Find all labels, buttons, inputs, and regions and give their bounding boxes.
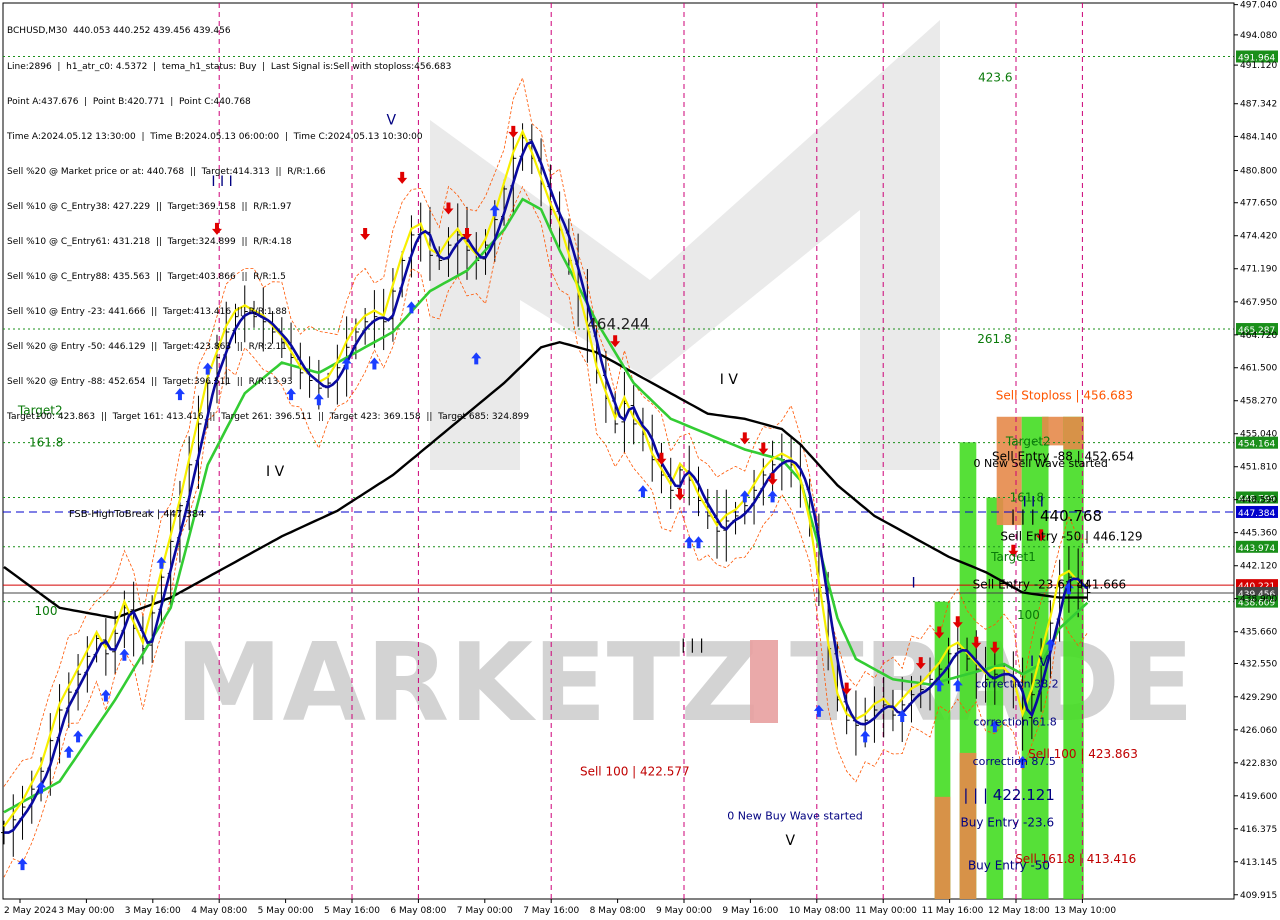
price-tick-label: 426.060 bbox=[1240, 726, 1277, 736]
time-tick-label: 12 May 18:00 bbox=[988, 906, 1050, 916]
info-line: Sell %10 @ C_Entry61: 431.218 || Target:… bbox=[7, 236, 292, 247]
chart-annotation: 0 New Buy Wave started bbox=[727, 809, 863, 822]
time-tick-label: 11 May 00:00 bbox=[855, 906, 917, 916]
time-tick-label: 7 May 00:00 bbox=[457, 906, 513, 916]
price-tick-label: 458.270 bbox=[1240, 397, 1277, 407]
time-tick-label: 6 May 08:00 bbox=[390, 906, 446, 916]
info-line: Time A:2024.05.12 13:30:00 | Time B:2024… bbox=[7, 131, 423, 142]
chart-annotation: I V bbox=[1030, 654, 1049, 670]
price-tick-label: 461.500 bbox=[1240, 364, 1277, 374]
time-tick-label: 4 May 08:00 bbox=[191, 906, 247, 916]
chart-annotation: V bbox=[786, 833, 796, 849]
time-tick-label: 9 May 16:00 bbox=[722, 906, 778, 916]
chart-annotation: correction 38.2 bbox=[975, 678, 1058, 691]
chart-annotation: | | | bbox=[681, 638, 704, 654]
price-tick-label: 467.950 bbox=[1240, 298, 1277, 308]
info-line: Sell %20 @ Entry -88: 452.654 || Target:… bbox=[7, 377, 293, 388]
level-price-label: 443.974 bbox=[1238, 544, 1275, 554]
chart-annotation: Target2 bbox=[1005, 434, 1051, 448]
time-tick-label: 2 May 2024 bbox=[4, 906, 57, 916]
chart-annotation: I I I bbox=[1023, 495, 1044, 511]
info-line: BCHUSD,M30 440.053 440.252 439.456 439.4… bbox=[7, 26, 231, 37]
price-tick-label: 484.140 bbox=[1240, 132, 1277, 142]
signal-zone bbox=[1063, 416, 1084, 899]
info-line: Sell %10 @ C_Entry38: 427.229 || Target:… bbox=[7, 201, 292, 212]
info-panel: BCHUSD,M30 440.053 440.252 439.456 439.4… bbox=[7, 3, 529, 448]
signal-zone bbox=[1063, 416, 1084, 450]
watermark-bar bbox=[750, 640, 778, 723]
chart-annotation: FSB-HighToBreak | 447.384 bbox=[69, 509, 205, 520]
price-tick-label: 429.290 bbox=[1240, 693, 1277, 703]
info-line: Sell %20 @ Entry -50: 446.129 || Target:… bbox=[7, 342, 287, 353]
info-line: Line:2896 | h1_atr_c0: 4.5372 | tema_h1_… bbox=[7, 61, 452, 72]
price-tick-label: 497.040 bbox=[1240, 1, 1277, 11]
time-tick-label: 3 May 16:00 bbox=[125, 906, 181, 916]
price-tick-label: 422.830 bbox=[1240, 759, 1277, 769]
chart-annotation: 100 bbox=[1017, 608, 1040, 622]
time-tick-label: 5 May 16:00 bbox=[324, 906, 380, 916]
chart-annotation: Target1 bbox=[990, 550, 1036, 564]
info-line: Sell %10 @ Entry -23: 441.666 || Target:… bbox=[7, 307, 287, 318]
info-line: Target100: 423.863 || Target 161: 413.41… bbox=[7, 412, 530, 423]
chart-annotation: Buy Entry -50 bbox=[968, 858, 1050, 872]
price-tick-label: 474.420 bbox=[1240, 232, 1277, 242]
price-tick-label: 409.915 bbox=[1240, 891, 1277, 901]
price-tick-label: 491.120 bbox=[1240, 61, 1277, 71]
price-tick-label: 413.145 bbox=[1240, 858, 1277, 868]
chart-annotation: I V bbox=[720, 372, 739, 388]
time-tick-label: 5 May 00:00 bbox=[258, 906, 314, 916]
price-tick-label: 445.360 bbox=[1240, 529, 1277, 539]
chart-annotation: Sell 100 | 422.577 bbox=[580, 764, 690, 778]
time-tick-label: 3 May 00:00 bbox=[58, 906, 114, 916]
price-tick-label: 494.080 bbox=[1240, 31, 1277, 41]
price-tick-label: 438.900 bbox=[1240, 595, 1277, 605]
price-tick-label: 471.190 bbox=[1240, 265, 1277, 275]
time-tick-label: 13 May 10:00 bbox=[1054, 906, 1116, 916]
signal-zone bbox=[934, 796, 951, 899]
price-tick-label: 432.550 bbox=[1240, 660, 1277, 670]
chart-annotation: Buy Entry -23.6 bbox=[961, 815, 1055, 829]
level-price-label: 447.384 bbox=[1238, 509, 1275, 519]
time-tick-label: 7 May 16:00 bbox=[523, 906, 579, 916]
info-line: Sell %10 @ C_Entry88: 435.563 || Target:… bbox=[7, 272, 286, 283]
chart-annotation: 261.8 bbox=[977, 332, 1011, 346]
chart-annotation: I bbox=[911, 575, 915, 591]
chart-annotation: 100 bbox=[35, 604, 58, 618]
chart-annotation: I V bbox=[266, 464, 285, 480]
price-tick-label: 442.120 bbox=[1240, 562, 1277, 572]
chart-annotation: 464.244 bbox=[587, 315, 649, 333]
price-tick-label: 455.040 bbox=[1240, 430, 1277, 440]
price-tick-label: 464.720 bbox=[1240, 331, 1277, 341]
price-tick-label: 477.650 bbox=[1240, 199, 1277, 209]
info-line: Point A:437.676 | Point B:420.771 | Poin… bbox=[7, 96, 251, 107]
price-tick-label: 419.600 bbox=[1240, 792, 1277, 802]
time-tick-label: 11 May 16:00 bbox=[922, 906, 984, 916]
chart-annotation: Sell Entry -23.6 | 441.666 bbox=[973, 577, 1127, 591]
chart-annotation: | | | 422.121 bbox=[963, 786, 1054, 804]
time-tick-label: 8 May 08:00 bbox=[590, 906, 646, 916]
time-tick-label: 9 May 00:00 bbox=[656, 906, 712, 916]
time-tick-label: 10 May 08:00 bbox=[789, 906, 851, 916]
price-tick-label: 451.810 bbox=[1240, 463, 1277, 473]
level-price-label: 454.164 bbox=[1238, 440, 1275, 450]
price-tick-label: 448.590 bbox=[1240, 496, 1277, 506]
chart-annotation: correction 61.8 bbox=[974, 715, 1057, 728]
price-tick-label: 416.375 bbox=[1240, 825, 1277, 835]
price-tick-label: 435.660 bbox=[1240, 628, 1277, 638]
price-tick-label: 487.342 bbox=[1240, 100, 1277, 110]
chart-window[interactable]: MARKETZTRADE491.964465.287454.164448.799… bbox=[0, 0, 1280, 920]
info-line: Sell %20 @ Market price or at: 440.768 |… bbox=[7, 166, 326, 177]
watermark-left: MARKETZ bbox=[175, 621, 759, 746]
chart-annotation: Sell Entry -50 | 446.129 bbox=[1000, 529, 1142, 543]
chart-annotation: 423.6 bbox=[978, 71, 1012, 85]
chart-annotation: Sell 100 | 423.863 bbox=[1028, 747, 1138, 761]
chart-annotation: Sell Stoploss | 456.683 bbox=[996, 388, 1133, 402]
chart-annotation: Sell Entry -88 | 452.654 bbox=[992, 450, 1134, 464]
price-tick-label: 480.800 bbox=[1240, 167, 1277, 177]
